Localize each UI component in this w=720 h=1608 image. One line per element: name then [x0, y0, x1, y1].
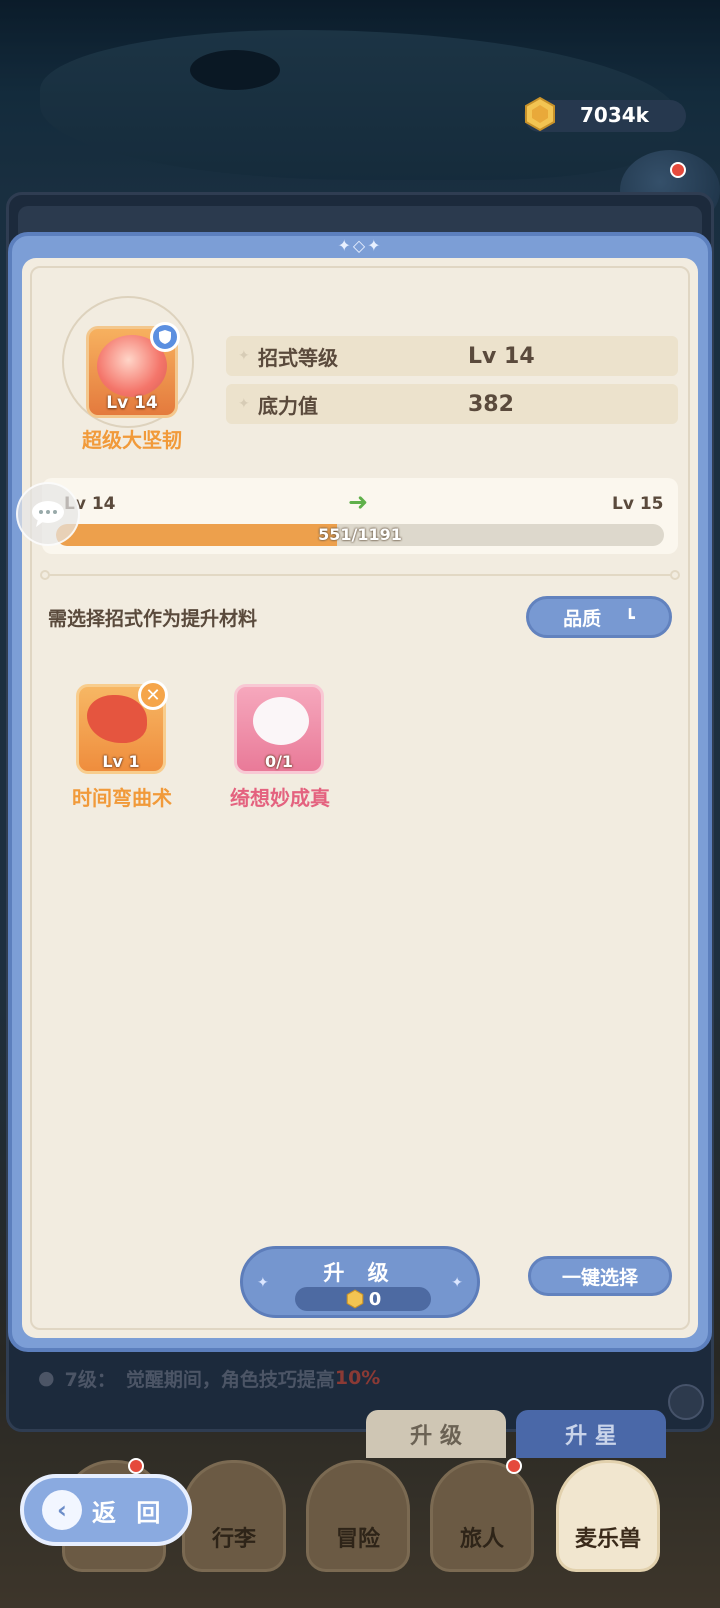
stat-label: 底力值	[258, 393, 318, 418]
auto-select-button[interactable]: 一键选择	[528, 1256, 672, 1296]
stat-value: Lv 14	[468, 343, 535, 369]
gold-coin-icon	[346, 1289, 364, 1309]
back-label: 返 回	[92, 1498, 167, 1527]
exp-progress-bar: 551/1191	[56, 524, 664, 546]
divider-ornament	[670, 570, 680, 580]
notification-dot	[670, 162, 686, 178]
sparkle-icon: ✦	[238, 396, 250, 412]
gold-currency-display: 7034k	[524, 96, 686, 132]
upgrade-label: 升 级	[323, 1261, 397, 1285]
sort-icon: ┗	[625, 607, 635, 627]
bird-artwork	[87, 695, 147, 743]
stat-row-skill-level: ✦ 招式等级 Lv 14	[226, 336, 678, 376]
awakening-info: ● 7级： 觉醒期间，角色技巧提高 10%	[20, 1358, 700, 1398]
lock-icon: ●	[38, 1367, 55, 1389]
shield-icon	[150, 322, 180, 352]
chat-icon	[32, 501, 64, 527]
notification-dot	[128, 1458, 144, 1474]
skill-level-badge: Lv 14	[106, 393, 158, 413]
nav-label: 冒险	[335, 1527, 380, 1552]
stat-row-base-power: ✦ 底力值 382	[226, 384, 678, 424]
nav-item-pet[interactable]: 麦乐兽	[556, 1460, 660, 1572]
material-count-badge: 0/1	[264, 752, 294, 771]
diamond-ornament-icon: ✦◇✦	[337, 236, 383, 255]
nav-label: 行李	[211, 1527, 256, 1552]
stat-label: 招式等级	[258, 345, 338, 370]
tab-star-up[interactable]: 升 星	[516, 1410, 666, 1458]
notification-dot	[506, 1458, 522, 1474]
divider	[46, 574, 674, 576]
exp-progress-text: 551/1191	[318, 525, 402, 544]
upgrade-cost: 0	[295, 1287, 431, 1311]
material-name: 时间弯曲术	[72, 786, 172, 810]
nav-item-adventure[interactable]: 冒险	[306, 1460, 410, 1572]
sparkle-icon: ✦	[238, 348, 250, 364]
divider-ornament	[40, 570, 50, 580]
next-level: Lv 15	[612, 494, 664, 514]
chat-button[interactable]	[16, 482, 80, 546]
material-hint: 需选择招式作为提升材料	[48, 608, 258, 630]
chevron-left-icon: ‹	[42, 1490, 82, 1530]
quality-filter-label: 品质	[563, 607, 602, 630]
awakening-text: 觉醒期间，角色技巧提高	[125, 1368, 335, 1391]
material-item-dream-come-true[interactable]: 0/1	[234, 684, 324, 774]
tab-upgrade[interactable]: 升 级	[366, 1410, 506, 1458]
arrow-right-icon: ➜	[348, 488, 369, 516]
nav-item-luggage[interactable]: 行李	[182, 1460, 286, 1572]
quality-filter-button[interactable]: 品质 ┗	[526, 596, 672, 638]
stat-value: 382	[468, 391, 514, 417]
remove-icon[interactable]: ✕	[138, 680, 168, 710]
gold-coin-icon	[525, 96, 555, 132]
cat-artwork	[253, 697, 309, 745]
nav-item-traveler[interactable]: 旅人	[430, 1460, 534, 1572]
material-name: 绮想妙成真	[230, 786, 330, 810]
nav-label: 麦乐兽	[574, 1527, 641, 1552]
material-level-badge: Lv 1	[102, 752, 140, 771]
upgrade-cost-value: 0	[368, 1288, 382, 1310]
awakening-level: 7级：	[64, 1368, 116, 1391]
gold-amount: 7034k	[580, 103, 649, 127]
back-button[interactable]: ‹ 返 回	[20, 1474, 192, 1546]
skill-name: 超级大坚韧	[82, 428, 182, 452]
awakening-percent: 10%	[334, 1367, 381, 1389]
nav-label: 旅人	[459, 1527, 504, 1552]
zoom-icon[interactable]	[668, 1384, 704, 1420]
upgrade-button[interactable]: ✦ ✦ 升 级 0	[240, 1246, 480, 1318]
